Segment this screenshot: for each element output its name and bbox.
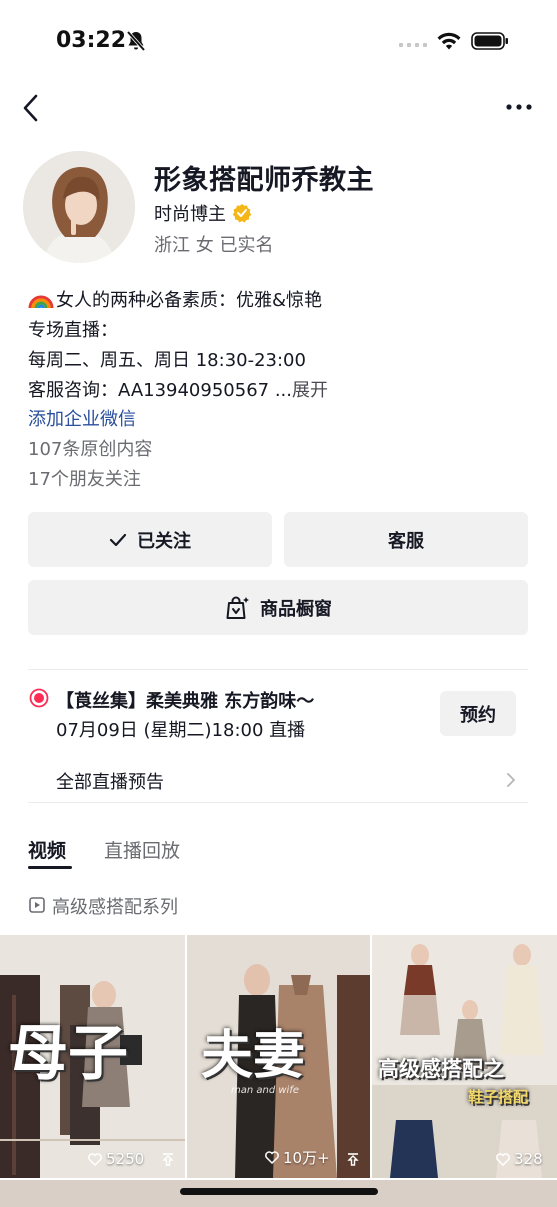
pin-icon: [162, 1153, 174, 1166]
series-label[interactable]: 高级感搭配系列: [52, 893, 178, 919]
likes: 5250: [88, 1150, 144, 1168]
video-subtitle: man and wife: [231, 1085, 300, 1096]
wechat-link[interactable]: 添加企业微信: [28, 405, 136, 431]
original-count[interactable]: 107条原创内容: [28, 435, 152, 461]
video-caption: 母子: [8, 1019, 128, 1089]
bio-line-4: 客服咨询：AA13940950567 ...展开: [28, 376, 328, 402]
reserve-button[interactable]: 预约: [440, 691, 516, 736]
divider: [28, 669, 528, 670]
pin-icon: [347, 1153, 359, 1166]
tab-video[interactable]: 视频: [28, 836, 66, 863]
role-label: 时尚博主: [154, 204, 226, 225]
check-icon: [109, 533, 127, 546]
bio-line-3: 每周二、周五、周日 18:30-23:00: [28, 350, 306, 371]
rainbow-icon: [28, 295, 54, 309]
back-icon[interactable]: [20, 93, 44, 123]
bio-line-1: 女人的两种必备素质：优雅&惊艳: [28, 286, 322, 312]
like-count: 328: [514, 1150, 543, 1168]
followed-label: 已关注: [137, 530, 191, 552]
customer-service-button[interactable]: 客服: [284, 512, 528, 567]
friends-follow[interactable]: 17个朋友关注: [28, 465, 141, 491]
profile-name: 形象搭配师乔教主: [154, 165, 374, 196]
bell-muted-icon: [126, 30, 146, 52]
wifi-icon: [437, 32, 461, 50]
playlist-icon: [29, 897, 45, 913]
bio-text-1: 女人的两种必备素质：优雅&惊艳: [56, 290, 323, 311]
heart-icon: [265, 1151, 279, 1164]
customer-service-label: 客服: [388, 530, 424, 552]
heart-icon: [88, 1152, 102, 1166]
verified-badge-icon: [232, 204, 252, 223]
all-live-previews[interactable]: 全部直播预告: [56, 768, 164, 794]
likes: 328: [496, 1150, 543, 1168]
likes: 10万+: [265, 1147, 330, 1168]
bio-text-4: 客服咨询：AA13940950567 ...: [28, 380, 292, 401]
live-title[interactable]: 【莨丝集】柔美典雅 东方韵味～: [56, 687, 314, 713]
reserve-label: 预约: [460, 704, 496, 726]
shop-window-label: 商品橱窗: [260, 598, 332, 620]
chevron-right-icon[interactable]: [505, 771, 517, 789]
tab-active-indicator: [28, 866, 72, 869]
video-thumbnail[interactable]: 夫妻 man and wife 10万+: [187, 935, 370, 1178]
video-thumbnail[interactable]: 母子 5250: [0, 935, 185, 1178]
more-icon[interactable]: [506, 103, 532, 111]
battery-icon: [471, 32, 508, 50]
profile-meta: 浙江 女 已实名: [154, 235, 274, 256]
like-count: 10万+: [283, 1149, 330, 1167]
like-count: 5250: [106, 1150, 145, 1168]
shopping-bag-icon: [226, 596, 249, 619]
shop-window-button[interactable]: 商品橱窗: [28, 580, 528, 635]
video-thumbnail[interactable]: 高级感搭配之 鞋子搭配 328: [372, 935, 557, 1178]
role-row: 时尚博主: [154, 200, 252, 226]
expand-link[interactable]: 展开: [292, 380, 328, 401]
tab-live-replay[interactable]: 直播回放: [104, 836, 180, 863]
live-time: 07月09日 (星期二)18:00 直播: [56, 720, 306, 741]
live-indicator-icon: [29, 688, 49, 708]
bio-line-2: 专场直播：: [28, 320, 118, 341]
home-indicator[interactable]: [180, 1188, 378, 1195]
divider: [28, 802, 528, 803]
avatar[interactable]: [23, 151, 135, 263]
status-time: 03:22: [56, 28, 127, 53]
video-caption: 高级感搭配之: [378, 1056, 504, 1081]
signal-icon: [399, 43, 427, 47]
heart-icon: [496, 1152, 510, 1166]
video-caption: 夫妻: [201, 1025, 306, 1086]
followed-button[interactable]: 已关注: [28, 512, 272, 567]
video-caption-2: 鞋子搭配: [468, 1088, 529, 1106]
